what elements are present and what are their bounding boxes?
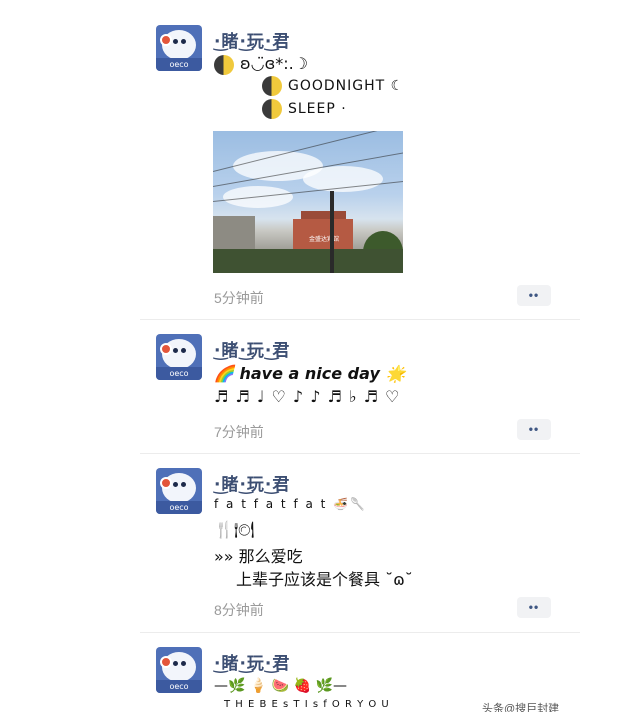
more-actions-button[interactable]: •• — [517, 285, 551, 306]
avatar-label: oeco — [156, 501, 202, 514]
photo-sign: 金盛达宾馆 — [309, 236, 340, 243]
utility-pole — [330, 191, 334, 273]
author-name[interactable]: ·͜睹·͜玩·͜君 — [214, 649, 290, 674]
post-text-line: ʚ◡̈ɞ*:.☽ — [214, 54, 308, 75]
post-time: 7分钟前 — [214, 424, 264, 440]
author-name[interactable]: ·͜睹·͜玩·͜君 — [214, 336, 290, 361]
more-actions-button[interactable]: •• — [517, 597, 551, 618]
avatar-label: oeco — [156, 680, 202, 693]
watermark: 头条@搜巨封建 — [482, 703, 560, 712]
post-text-line: T H E B E s T I s f O R Y O U — [224, 699, 390, 710]
post-text-line: 🌈 have a nice day 🌟 — [214, 364, 406, 383]
divider — [140, 453, 580, 454]
post-text-line: 上辈子应该是个餐具 ˘ɷ˘ — [236, 570, 413, 589]
post-text-line: »» 那么爱吃 — [214, 547, 303, 566]
post-time: 8分钟前 — [214, 602, 264, 618]
post-photo[interactable]: 金盛达宾馆 — [213, 131, 403, 273]
avatar[interactable]: oeco — [156, 468, 202, 514]
avatar[interactable]: oeco — [156, 334, 202, 380]
avatar-label: oeco — [156, 58, 202, 71]
moon-icon — [214, 54, 234, 75]
avatar[interactable]: oeco — [156, 647, 202, 693]
post-text-line: SLEEP · — [262, 99, 347, 119]
post-text-line: f a t f a t f a t 🍜🥄 — [214, 497, 368, 511]
divider — [140, 632, 580, 633]
post-time: 5分钟前 — [214, 290, 264, 306]
post-text-line: ♬ ♬ ♩ ♡ ♪ ♪ ♬ ♭ ♬ ♡ — [214, 387, 401, 406]
more-actions-button[interactable]: •• — [517, 419, 551, 440]
post-text-line: 🍴🍽 — [214, 520, 255, 539]
author-name[interactable]: ·͜睹·͜玩·͜君 — [214, 27, 290, 52]
avatar[interactable]: oeco — [156, 25, 202, 71]
avatar-label: oeco — [156, 367, 202, 380]
divider — [140, 319, 580, 320]
moon-icon — [262, 99, 282, 119]
post-text-line: GOODNIGHT ☾ — [262, 76, 404, 96]
post-text-line: —🌿 🍦 🍉 🍓 🌿— — [214, 678, 347, 694]
author-name[interactable]: ·͜睹·͜玩·͜君 — [214, 470, 290, 495]
moon-icon — [262, 76, 282, 96]
